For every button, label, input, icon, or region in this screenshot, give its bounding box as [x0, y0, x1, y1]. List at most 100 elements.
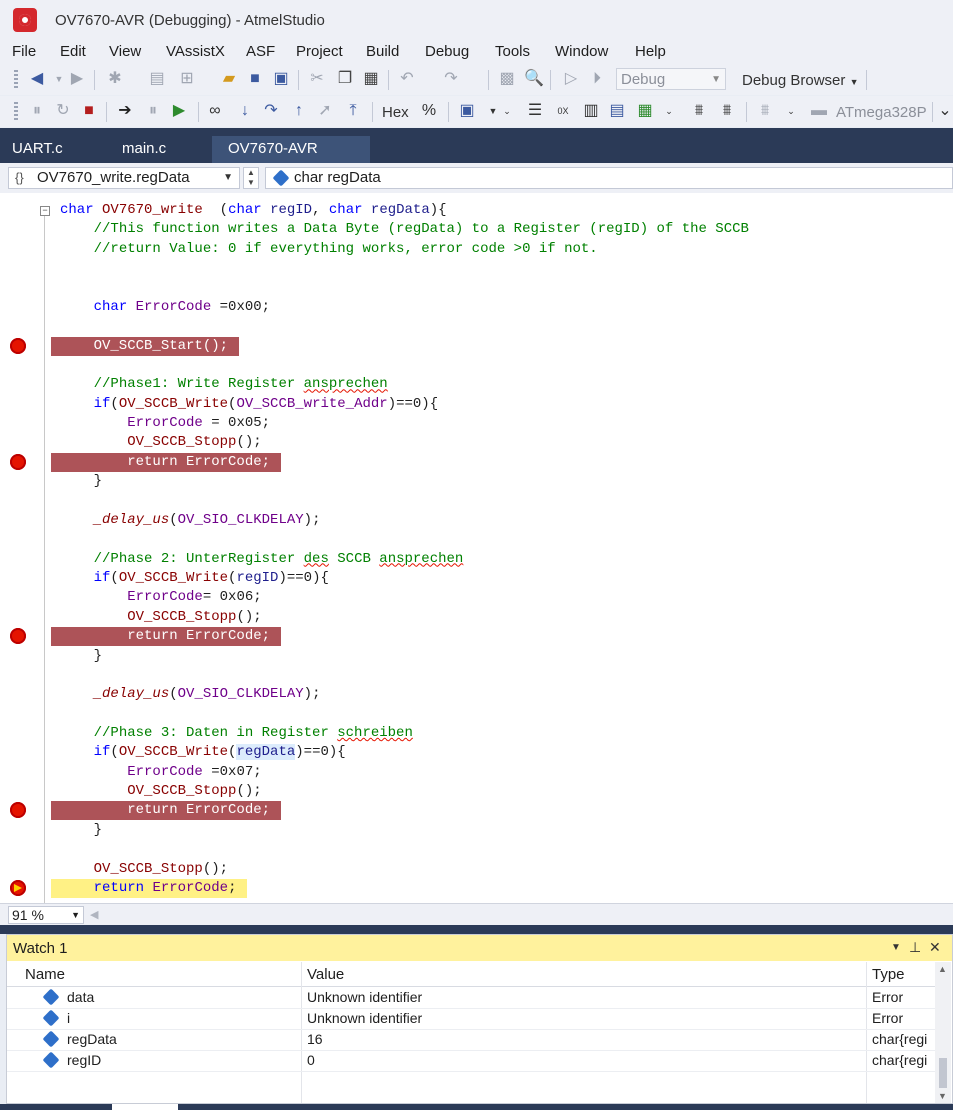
watch-row[interactable]: data Unknown identifier Error [7, 987, 936, 1009]
device-programming-icon[interactable]: ⩩ [690, 102, 708, 120]
new-project-icon[interactable]: ✱ [106, 70, 124, 88]
scroll-down-icon[interactable]: ▼ [938, 1091, 947, 1101]
add-item-icon[interactable]: ⊞ [178, 70, 196, 88]
step-into-icon[interactable]: ↓ [236, 102, 254, 120]
debug-windows-icon[interactable]: ▣ [458, 102, 476, 120]
open-folder-icon[interactable]: ▰ [220, 70, 238, 88]
code-line[interactable] [0, 259, 953, 278]
code-line[interactable]: return ErrorCode; [0, 878, 953, 898]
code-line[interactable]: _delay_us(OV_SIO_CLKDELAY); [0, 511, 953, 530]
window-position-icon[interactable]: ▼ [891, 942, 901, 953]
column-type[interactable]: Type [872, 966, 905, 983]
paste-icon[interactable]: ▦ [362, 70, 380, 88]
solution-configuration-combo[interactable]: Debug ▼ [616, 68, 726, 90]
code-line[interactable]: ErrorCode =0x07; [0, 763, 953, 782]
device-icon[interactable]: ⩩ [718, 102, 736, 120]
device-programming-icon[interactable]: ▩ [498, 70, 516, 88]
code-line[interactable] [0, 705, 953, 724]
registers-icon[interactable]: ▦ [636, 102, 654, 120]
code-line[interactable]: } [0, 821, 953, 840]
pause-icon[interactable]: ⏸ [144, 102, 162, 120]
code-line[interactable]: char ErrorCode =0x00; [0, 298, 953, 317]
watch-row[interactable]: regID 0 char{regi [7, 1050, 936, 1072]
toolbar-options-icon[interactable]: ⌄ [782, 102, 800, 120]
attach-icon[interactable]: ⏵ [588, 70, 606, 88]
restart-icon[interactable]: ↻ [54, 102, 72, 120]
code-line[interactable]: OV_SCCB_Stopp(); [0, 433, 953, 452]
find-icon[interactable]: 🔍 [524, 70, 544, 88]
breakpoint-icon[interactable] [10, 802, 26, 819]
code-line[interactable]: return ErrorCode; [0, 452, 953, 472]
current-breakpoint-icon[interactable] [10, 879, 26, 896]
toolbar-options-icon[interactable]: ⌄ [660, 102, 678, 120]
menu-file[interactable]: File [12, 43, 36, 60]
start-without-debugging-icon[interactable]: ▷ [562, 70, 580, 88]
code-line[interactable]: ErrorCode = 0x05; [0, 414, 953, 433]
disassembly-icon[interactable]: ☰ [526, 102, 544, 120]
cut-icon[interactable]: ✂ [308, 70, 326, 88]
code-line[interactable]: //Phase 3: Daten in Register schreiben [0, 724, 953, 743]
show-next-statement-icon[interactable]: ➔ [116, 102, 134, 120]
column-value[interactable]: Value [307, 966, 344, 983]
code-line[interactable]: if(OV_SCCB_Write(regData)==0){ [0, 743, 953, 762]
code-line[interactable]: OV_SCCB_Stopp(); [0, 782, 953, 801]
menu-vassistx[interactable]: VAssistX [166, 43, 225, 60]
memory-hex-icon[interactable]: 0X [554, 102, 572, 120]
menu-build[interactable]: Build [366, 43, 399, 60]
menu-tools[interactable]: Tools [495, 43, 530, 60]
undo-icon[interactable]: ↶ [398, 70, 416, 88]
break-all-icon[interactable]: ⏸ [28, 102, 46, 120]
code-line[interactable]: } [0, 472, 953, 491]
code-line[interactable] [0, 278, 953, 297]
new-file-icon[interactable]: ▤ [148, 70, 166, 88]
code-line[interactable]: //Phase 2: UnterRegister des SCCB anspre… [0, 550, 953, 569]
code-line[interactable] [0, 666, 953, 685]
code-line[interactable]: return ErrorCode; [0, 801, 953, 821]
set-next-statement-icon[interactable]: ⤒ [344, 102, 362, 120]
code-line[interactable] [0, 530, 953, 549]
processor-icon[interactable]: ▥ [582, 102, 600, 120]
code-line[interactable]: OV_SCCB_Stopp(); [0, 860, 953, 879]
code-line[interactable]: if(OV_SCCB_Write(OV_SCCB_write_Addr)==0)… [0, 395, 953, 414]
code-line[interactable]: if(OV_SCCB_Write(regID)==0){ [0, 569, 953, 588]
breakpoint-icon[interactable] [10, 337, 26, 354]
quick-watch-icon[interactable]: ∞ [206, 102, 224, 120]
watch-scrollbar[interactable]: ▲ ▼ [935, 962, 951, 1103]
toolbar-options-icon[interactable]: ⌄ [498, 102, 516, 120]
scope-spinner[interactable]: ▲ ▼ [243, 167, 259, 189]
step-over-icon[interactable]: ↷ [262, 102, 280, 120]
scroll-left-icon[interactable]: ◀ [90, 908, 98, 921]
continue-icon[interactable]: ▶ [170, 102, 188, 120]
stop-debugging-icon[interactable]: ■ [80, 102, 98, 120]
code-line[interactable]: //This function writes a Data Byte (regD… [0, 220, 953, 239]
tab-uart-c[interactable]: UART.c [12, 140, 63, 157]
member-combo[interactable]: char regData [265, 167, 953, 189]
toggle-breakpoints-icon[interactable]: % [420, 102, 438, 120]
save-all-icon[interactable]: ▣ [272, 70, 290, 88]
toolbar-grip[interactable] [14, 102, 18, 122]
tab-ov7670-avr[interactable]: OV7670-AVR [228, 140, 318, 157]
menu-help[interactable]: Help [635, 43, 666, 60]
hex-display-button[interactable]: Hex [382, 104, 409, 121]
navigate-forward-icon[interactable]: ▶ [68, 70, 86, 88]
toolbar-options-icon[interactable]: ⌄ [936, 102, 953, 120]
code-line[interactable]: //return Value: 0 if everything works, e… [0, 240, 953, 259]
run-to-cursor-icon[interactable]: ➚ [316, 102, 334, 120]
breakpoint-icon[interactable] [10, 453, 26, 470]
step-out-icon[interactable]: ↑ [290, 102, 308, 120]
watch-row[interactable]: regData 16 char{regi [7, 1029, 936, 1051]
code-line[interactable]: char OV7670_write (char regID, char regD… [0, 201, 953, 220]
pin-icon[interactable]: ⊥ [909, 939, 921, 956]
debug-browser-button[interactable]: Debug Browser ▼ [742, 72, 858, 89]
menu-asf[interactable]: ASF [246, 43, 275, 60]
copy-icon[interactable]: ❐ [336, 70, 354, 88]
menu-window[interactable]: Window [555, 43, 608, 60]
menu-project[interactable]: Project [296, 43, 343, 60]
toolbar-grip[interactable] [14, 70, 18, 90]
code-line[interactable] [0, 492, 953, 511]
scroll-up-icon[interactable]: ▲ [938, 964, 947, 974]
io-view-icon[interactable]: ▤ [608, 102, 626, 120]
zoom-combo[interactable]: 91 % ▼ [8, 906, 84, 924]
menu-view[interactable]: View [109, 43, 141, 60]
code-line[interactable]: ErrorCode= 0x06; [0, 588, 953, 607]
